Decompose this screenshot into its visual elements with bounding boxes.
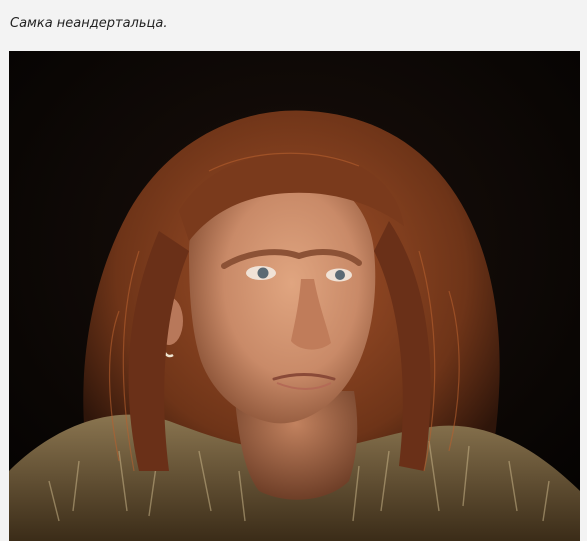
left-iris <box>257 267 269 279</box>
portrait-photo <box>9 51 580 541</box>
portrait-illustration <box>9 51 580 541</box>
page: Самка неандертальца. <box>0 0 587 541</box>
image-caption: Самка неандертальца. <box>10 16 168 31</box>
right-iris <box>335 270 345 280</box>
